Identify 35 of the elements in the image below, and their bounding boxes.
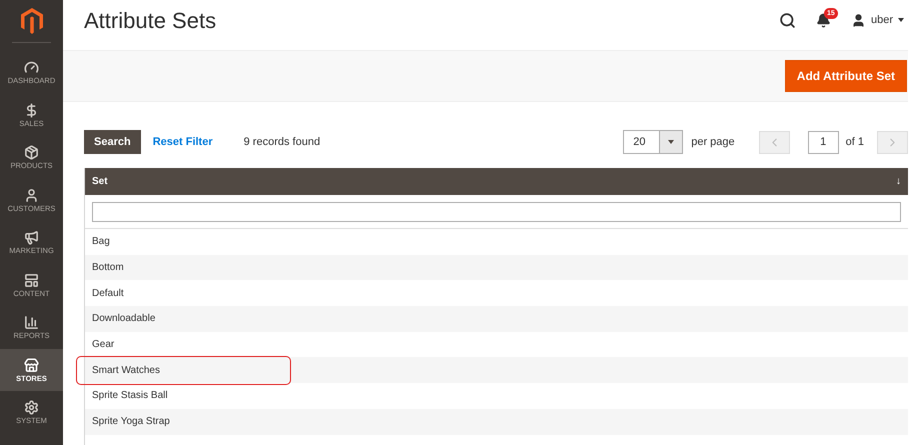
caret-icon bbox=[898, 18, 904, 22]
table-cell-text: Sprite Yoga Strap bbox=[92, 415, 170, 430]
search-button[interactable]: Search bbox=[84, 130, 141, 154]
page-count: of 1 bbox=[846, 134, 864, 150]
table-cell: Smart Watches bbox=[77, 356, 290, 384]
table-cell-text: Bottom bbox=[92, 261, 124, 276]
reset-filter-link[interactable]: Reset Filter bbox=[152, 134, 213, 150]
per-page-select[interactable]: 20 bbox=[623, 130, 684, 154]
dollar-icon bbox=[24, 102, 39, 118]
user-icon bbox=[850, 12, 866, 28]
sort-arrow: ↓ bbox=[896, 175, 901, 189]
logo-icon[interactable] bbox=[20, 8, 42, 34]
caret-icon bbox=[668, 140, 674, 144]
settings-icon bbox=[24, 400, 39, 415]
table-cell-text: Gear bbox=[92, 338, 114, 352]
per-page-label: per page bbox=[691, 134, 735, 150]
table-cell-text: Downloadable bbox=[92, 312, 156, 326]
add-attribute-set-button[interactable]: Add Attribute Set bbox=[784, 60, 907, 92]
layout-icon bbox=[24, 272, 39, 288]
store-icon bbox=[24, 358, 39, 372]
user-menu[interactable]: uber bbox=[850, 12, 904, 28]
set-filter-field[interactable] bbox=[92, 202, 901, 222]
records-count: 9 records found bbox=[244, 134, 320, 150]
box-icon bbox=[24, 145, 39, 160]
search-icon[interactable] bbox=[778, 12, 796, 28]
column-header[interactable]: Set ↓ bbox=[85, 168, 908, 195]
megaphone-icon bbox=[24, 230, 39, 245]
bar-chart-icon bbox=[24, 315, 39, 330]
person-icon bbox=[24, 188, 39, 202]
page-field[interactable]: 1 bbox=[808, 130, 839, 154]
table-cell-text: Bag bbox=[92, 235, 110, 250]
page-title: Attribute Sets bbox=[84, 6, 216, 34]
table-cell-text: Default bbox=[92, 286, 124, 301]
table-cell-text: Sprite Stasis Ball bbox=[92, 389, 168, 404]
gauge-icon bbox=[24, 60, 39, 75]
